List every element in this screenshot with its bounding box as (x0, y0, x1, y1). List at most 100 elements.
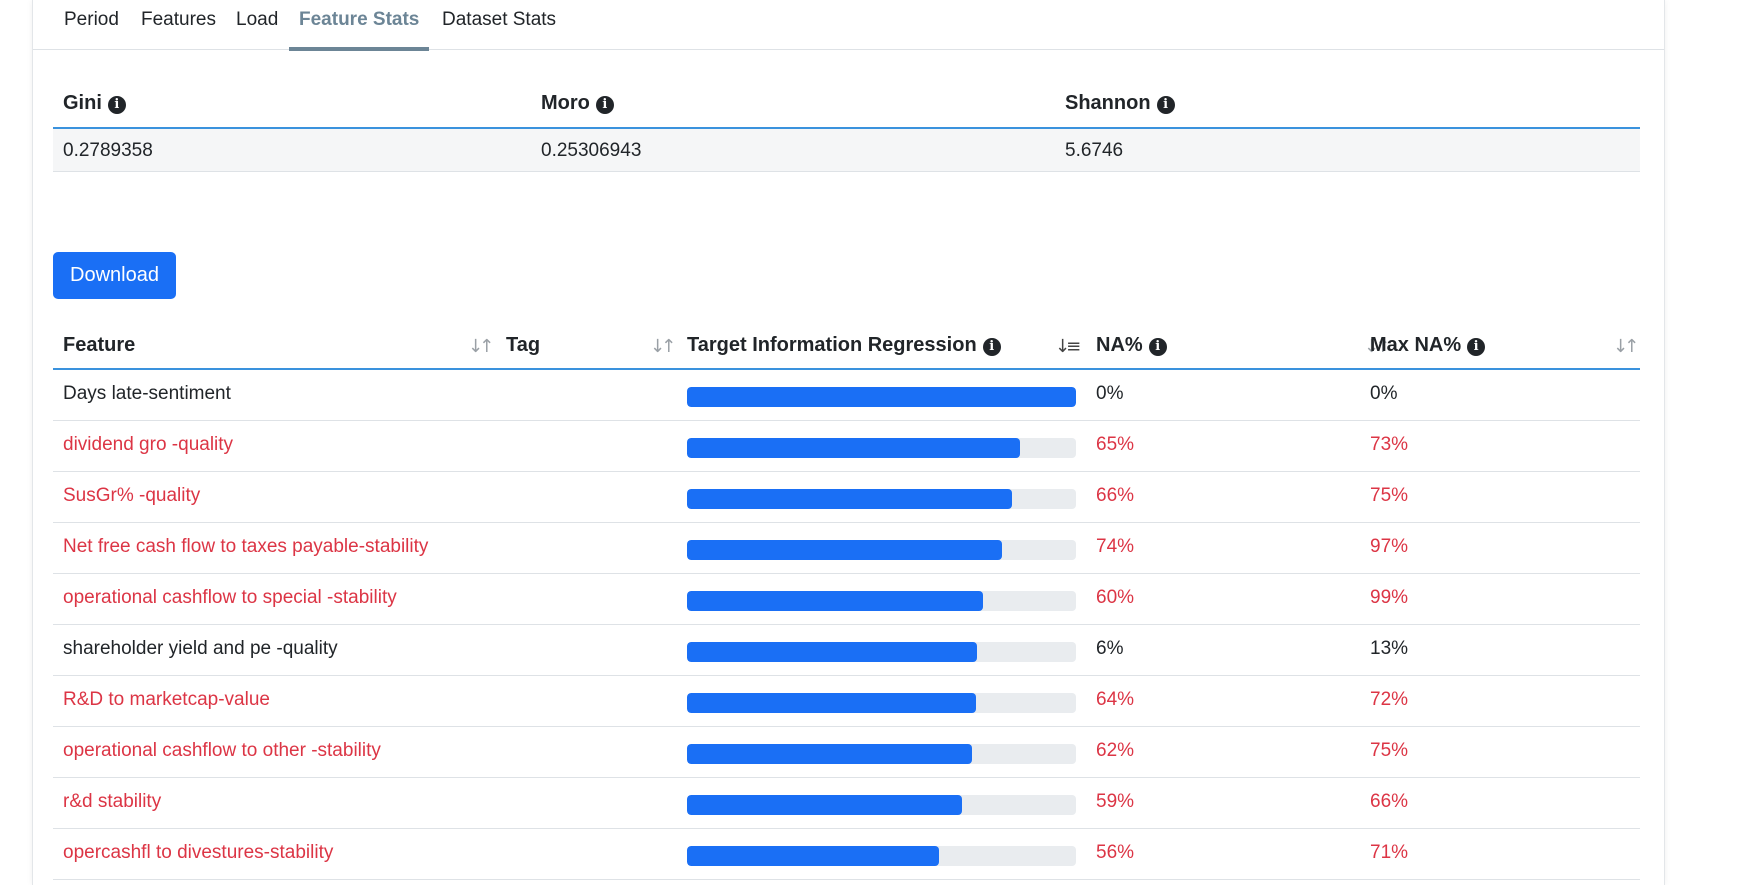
max-na-cell: 75% (1370, 485, 1409, 506)
tir-bar-fill (687, 489, 1012, 509)
feature-name[interactable]: dividend gro -quality (63, 434, 233, 456)
tir-bar-fill (687, 387, 1076, 407)
tir-bar (687, 795, 1076, 815)
table-row: opercashfl to divestures-stability 56% 71% (53, 829, 1640, 880)
max-na-cell: 73% (1370, 434, 1409, 455)
max-na-cell: 99% (1370, 587, 1409, 608)
na-cell: 59% (1096, 791, 1135, 812)
inequality-stats-table: Gini i Moro i Shannon i 0.2789358 0.2530694… (53, 80, 1640, 172)
max-na-cell: 71% (1370, 842, 1409, 863)
max-na-cell: 97% (1370, 536, 1409, 557)
feature-name[interactable]: SusGr% -quality (63, 485, 200, 507)
tab-dataset-stats[interactable]: Dataset Stats (442, 0, 556, 50)
tir-bar (687, 642, 1076, 662)
table-row: Net free cash flow to taxes payable-stab… (53, 523, 1640, 574)
table-row: operational cashflow to special -stabili… (53, 574, 1640, 625)
feature-name[interactable]: operational cashflow to other -stability (63, 740, 381, 762)
feature-stats-card: Period Features Load Feature Stats Datas… (32, 0, 1665, 885)
info-icon[interactable]: i (1156, 96, 1175, 114)
info-icon[interactable]: i (1148, 338, 1167, 356)
table-row: SusGr% -quality 66% 75% (53, 472, 1640, 523)
feature-name[interactable]: opercashfl to divestures-stability (63, 842, 333, 864)
feature-stats-table: Feature ↓↑ Tag ↓↑ Target Information Reg… (53, 326, 1640, 880)
tir-header-label: Target Information Regression (687, 334, 977, 356)
tir-bar (687, 744, 1076, 764)
max-na-cell: 72% (1370, 689, 1409, 710)
gini-header: Gini i (63, 92, 126, 115)
na-cell: 62% (1096, 740, 1135, 761)
table-row: dividend gro -quality 65% 73% (53, 421, 1640, 472)
download-button[interactable]: Download (53, 252, 176, 299)
tir-bar-fill (687, 438, 1020, 458)
table-row: R&D to marketcap-value 64% 72% (53, 676, 1640, 727)
stats-header-row: Gini i Moro i Shannon i (53, 80, 1640, 129)
shannon-value: 5.6746 (1065, 140, 1124, 161)
moro-header: Moro i (541, 92, 614, 115)
na-cell: 0% (1096, 383, 1124, 404)
tir-bar-fill (687, 591, 983, 611)
tir-bar (687, 846, 1076, 866)
feature-table-header: Feature ↓↑ Tag ↓↑ Target Information Reg… (53, 326, 1640, 370)
table-row: r&d stability 59% 66% (53, 778, 1640, 829)
feature-table-body: Days late-sentiment 0% 0% dividend gro -qua… (53, 370, 1640, 880)
tir-bar (687, 438, 1076, 458)
feature-name[interactable]: shareholder yield and pe -quality (63, 638, 338, 660)
info-icon[interactable]: i (982, 338, 1001, 356)
tab-feature-stats[interactable]: Feature Stats (288, 0, 430, 51)
sort-icon[interactable]: ↓↑ (1613, 336, 1639, 357)
tir-bar-fill (687, 846, 940, 866)
tab-bar: Period Features Load Feature Stats Datas… (33, 0, 1664, 51)
tir-bar (687, 693, 1076, 713)
tir-bar-fill (687, 642, 977, 662)
shannon-header: Shannon i (1065, 92, 1175, 115)
tir-column-header[interactable]: Target Information Regression i (687, 334, 1001, 357)
tag-column-header[interactable]: Tag (506, 334, 540, 357)
max-na-cell: 0% (1370, 383, 1398, 404)
na-cell: 65% (1096, 434, 1135, 455)
table-row: Days late-sentiment 0% 0% (53, 370, 1640, 421)
feature-name[interactable]: R&D to marketcap-value (63, 689, 270, 711)
max-na-header-label: Max NA% (1370, 334, 1462, 356)
info-icon[interactable]: i (595, 96, 614, 114)
feature-name[interactable]: r&d stability (63, 791, 161, 813)
na-cell: 6% (1096, 638, 1124, 659)
tir-bar-fill (687, 744, 973, 764)
na-cell: 74% (1096, 536, 1135, 557)
stats-value-row: 0.2789358 0.25306943 5.6746 (53, 129, 1640, 172)
na-column-header[interactable]: NA% i (1096, 334, 1167, 357)
table-row: operational cashflow to other -stability… (53, 727, 1640, 778)
feature-name[interactable]: Net free cash flow to taxes payable-stab… (63, 536, 428, 558)
max-na-column-header[interactable]: Max NA% i (1370, 334, 1486, 357)
tir-bar (687, 387, 1076, 407)
na-cell: 66% (1096, 485, 1135, 506)
info-icon[interactable]: i (107, 96, 126, 114)
shannon-label: Shannon (1065, 92, 1151, 114)
feature-column-header[interactable]: Feature (63, 334, 135, 357)
gini-label: Gini (63, 92, 102, 114)
table-row: shareholder yield and pe -quality 6% 13% (53, 625, 1640, 676)
sort-icon[interactable]: ↓↑ (650, 336, 676, 357)
max-na-cell: 66% (1370, 791, 1409, 812)
feature-name[interactable]: operational cashflow to special -stabili… (63, 587, 397, 609)
max-na-cell: 75% (1370, 740, 1409, 761)
tab-load[interactable]: Load (236, 0, 278, 50)
tir-bar-fill (687, 795, 963, 815)
moro-label: Moro (541, 92, 590, 114)
feature-name[interactable]: Days late-sentiment (63, 383, 231, 405)
tab-features[interactable]: Features (141, 0, 216, 50)
gini-value: 0.2789358 (63, 140, 153, 161)
tir-bar (687, 591, 1076, 611)
na-cell: 64% (1096, 689, 1135, 710)
na-header-label: NA% (1096, 334, 1143, 356)
moro-value: 0.25306943 (541, 140, 642, 161)
tir-bar-fill (687, 693, 977, 713)
tab-period[interactable]: Period (64, 0, 119, 50)
tir-bar-fill (687, 540, 1003, 560)
info-icon[interactable]: i (1467, 338, 1486, 356)
na-cell: 60% (1096, 587, 1135, 608)
sort-icon[interactable]: ↓↑ (468, 336, 494, 357)
tir-bar (687, 540, 1076, 560)
sort-desc-icon[interactable]: ↓≡ (1055, 336, 1081, 357)
max-na-cell: 13% (1370, 638, 1409, 659)
na-cell: 56% (1096, 842, 1135, 863)
